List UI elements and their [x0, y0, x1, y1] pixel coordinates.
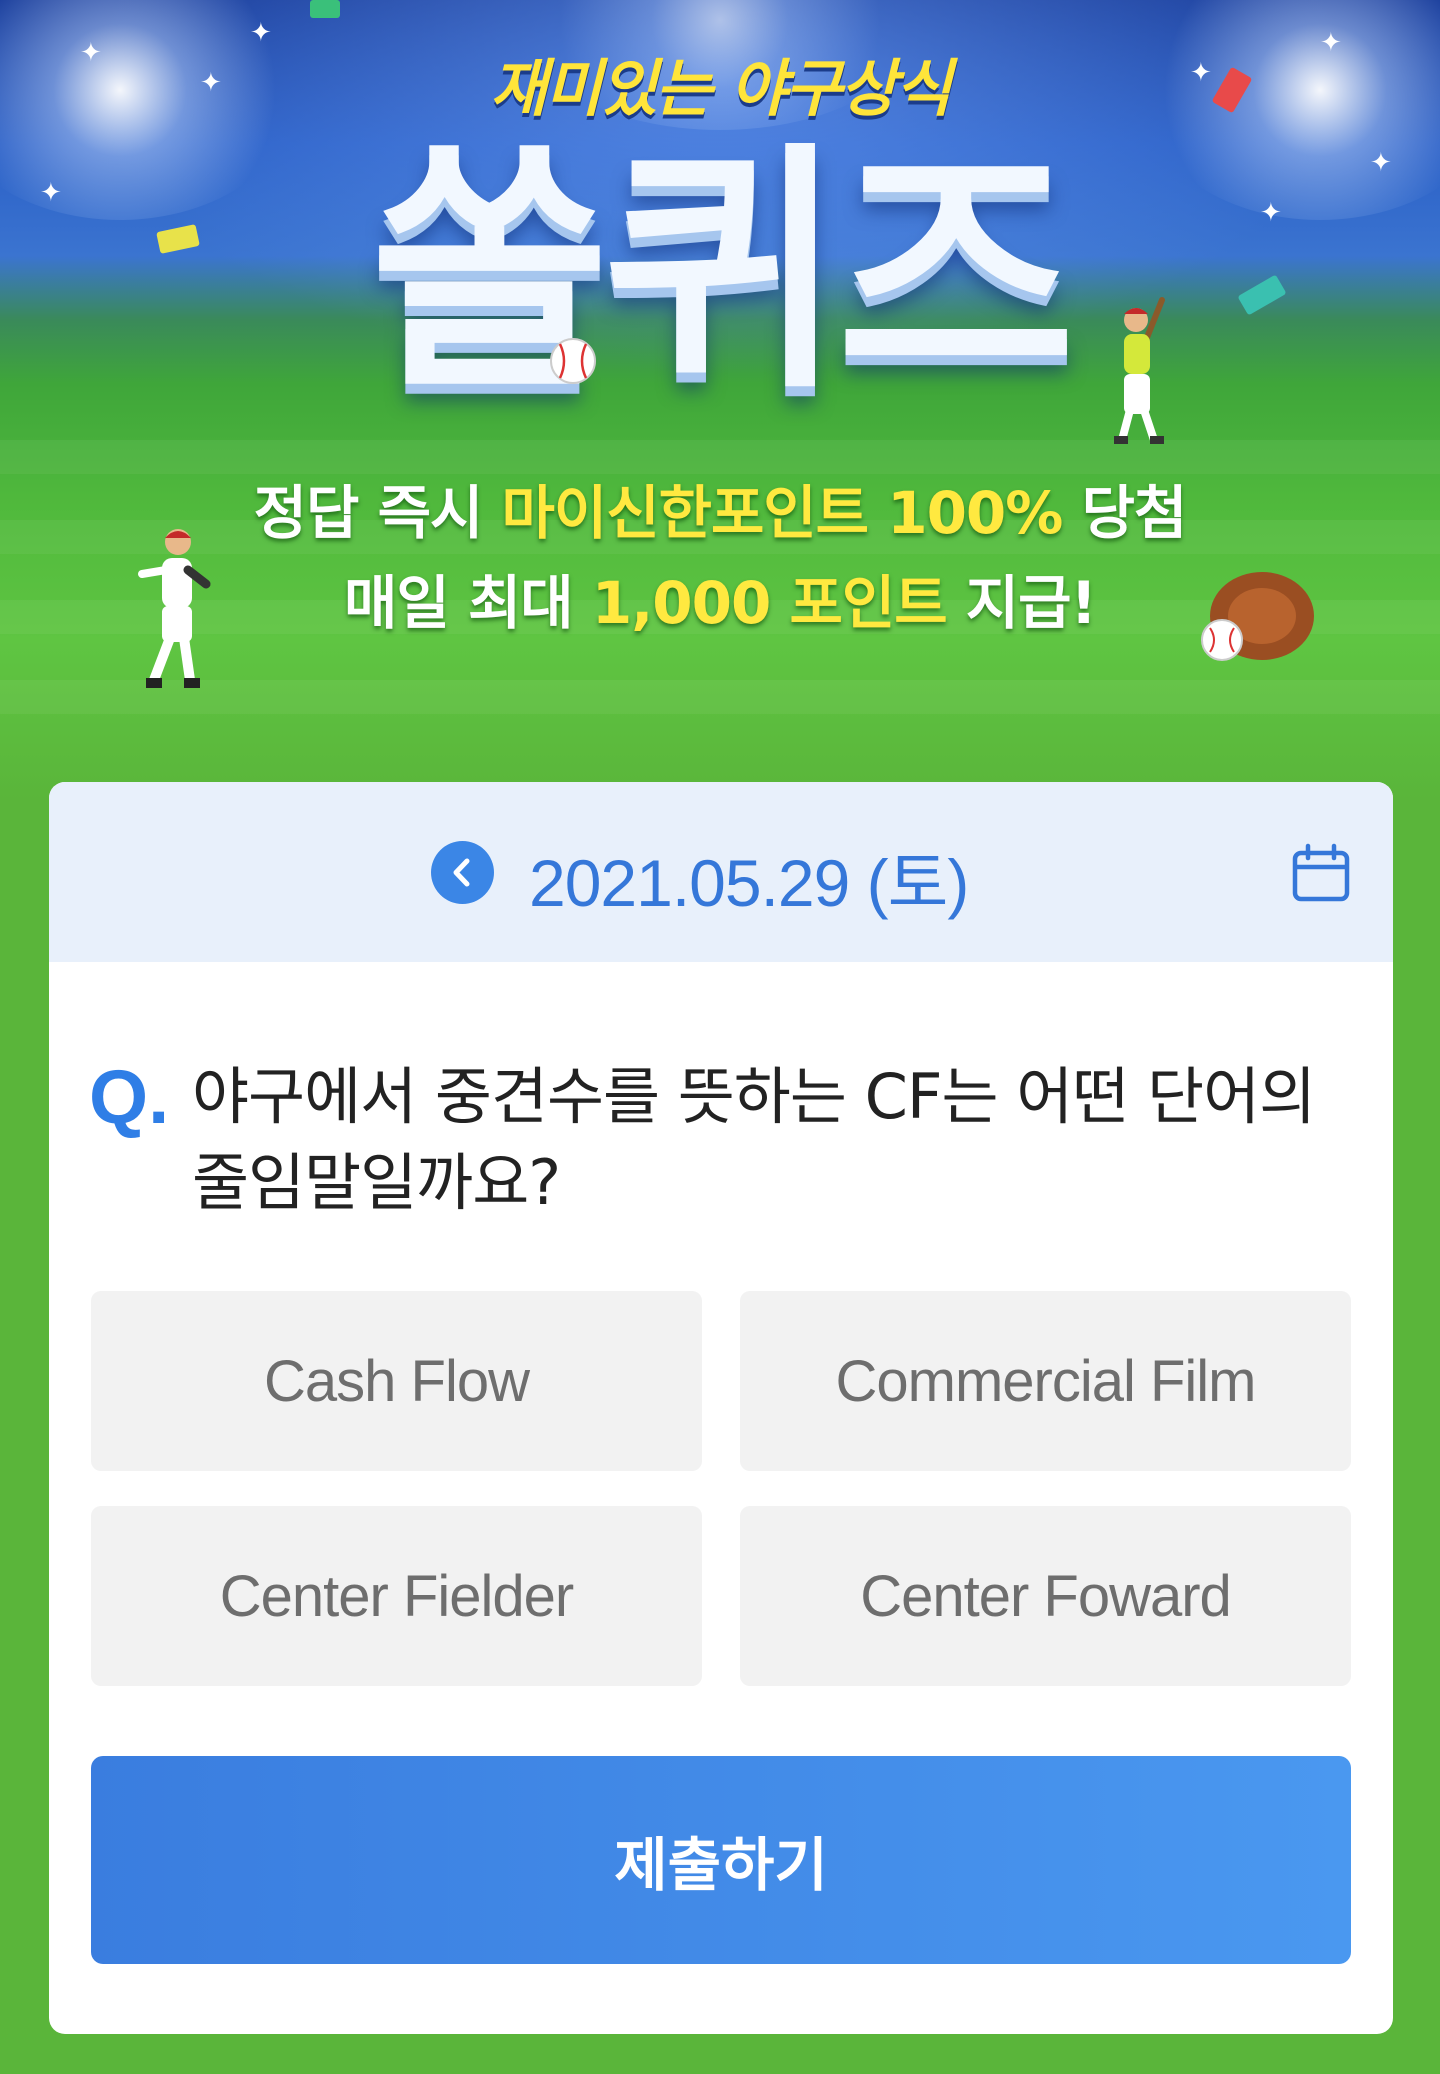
hero-line2-suffix: 지급!: [946, 569, 1097, 637]
quiz-card: 2021.05.29 (토) Q. 야구에서 중견수를 뜻하는 CF는 어떤 단…: [49, 782, 1393, 2034]
answer-option-center-foward[interactable]: Center Foward: [740, 1506, 1351, 1686]
hero-title: 쏠퀴즈: [370, 122, 1076, 424]
chevron-left-icon: [453, 858, 470, 887]
calendar-icon[interactable]: [1290, 842, 1352, 904]
submit-button[interactable]: 제출하기: [91, 1756, 1351, 1964]
date-header: 2021.05.29 (토): [49, 782, 1393, 962]
answer-option-cash-flow[interactable]: Cash Flow: [91, 1291, 702, 1471]
hero-line1-prefix: 정답 즉시: [253, 479, 502, 547]
hero-line2-prefix: 매일 최대: [344, 569, 592, 637]
batter-player-icon: [1114, 297, 1165, 444]
hero-line1-suffix: 당첨: [1062, 479, 1188, 547]
hero-banner: ✦ ✦ ✦ ✦ ✦ ✦ ✦ ✦ 재미있는 야구상식 쏠퀴즈 정답 즉시 마이신한…: [0, 0, 1440, 800]
hero-line1-highlight: 마이신한포인트 100%: [501, 479, 1064, 547]
confetti: [310, 0, 340, 18]
question-mark-label: Q.: [89, 1055, 170, 1140]
quiz-date: 2021.05.29 (토): [529, 846, 969, 920]
hero-promo-line-1: 정답 즉시 마이신한포인트 100% 당첨: [0, 466, 1440, 550]
hero-promo-line-2: 매일 최대 1,000 포인트 지급!: [0, 556, 1440, 640]
baseball-icon: [550, 338, 596, 384]
answer-option-center-fielder[interactable]: Center Fielder: [91, 1506, 702, 1686]
previous-date-button[interactable]: [431, 841, 494, 904]
answer-option-commercial-film[interactable]: Commercial Film: [740, 1291, 1351, 1471]
hero-line2-highlight: 1,000 포인트: [591, 569, 948, 637]
question-text: 야구에서 중견수를 뜻하는 CF는 어떤 단어의 줄임말일까요?: [192, 1060, 1316, 1219]
